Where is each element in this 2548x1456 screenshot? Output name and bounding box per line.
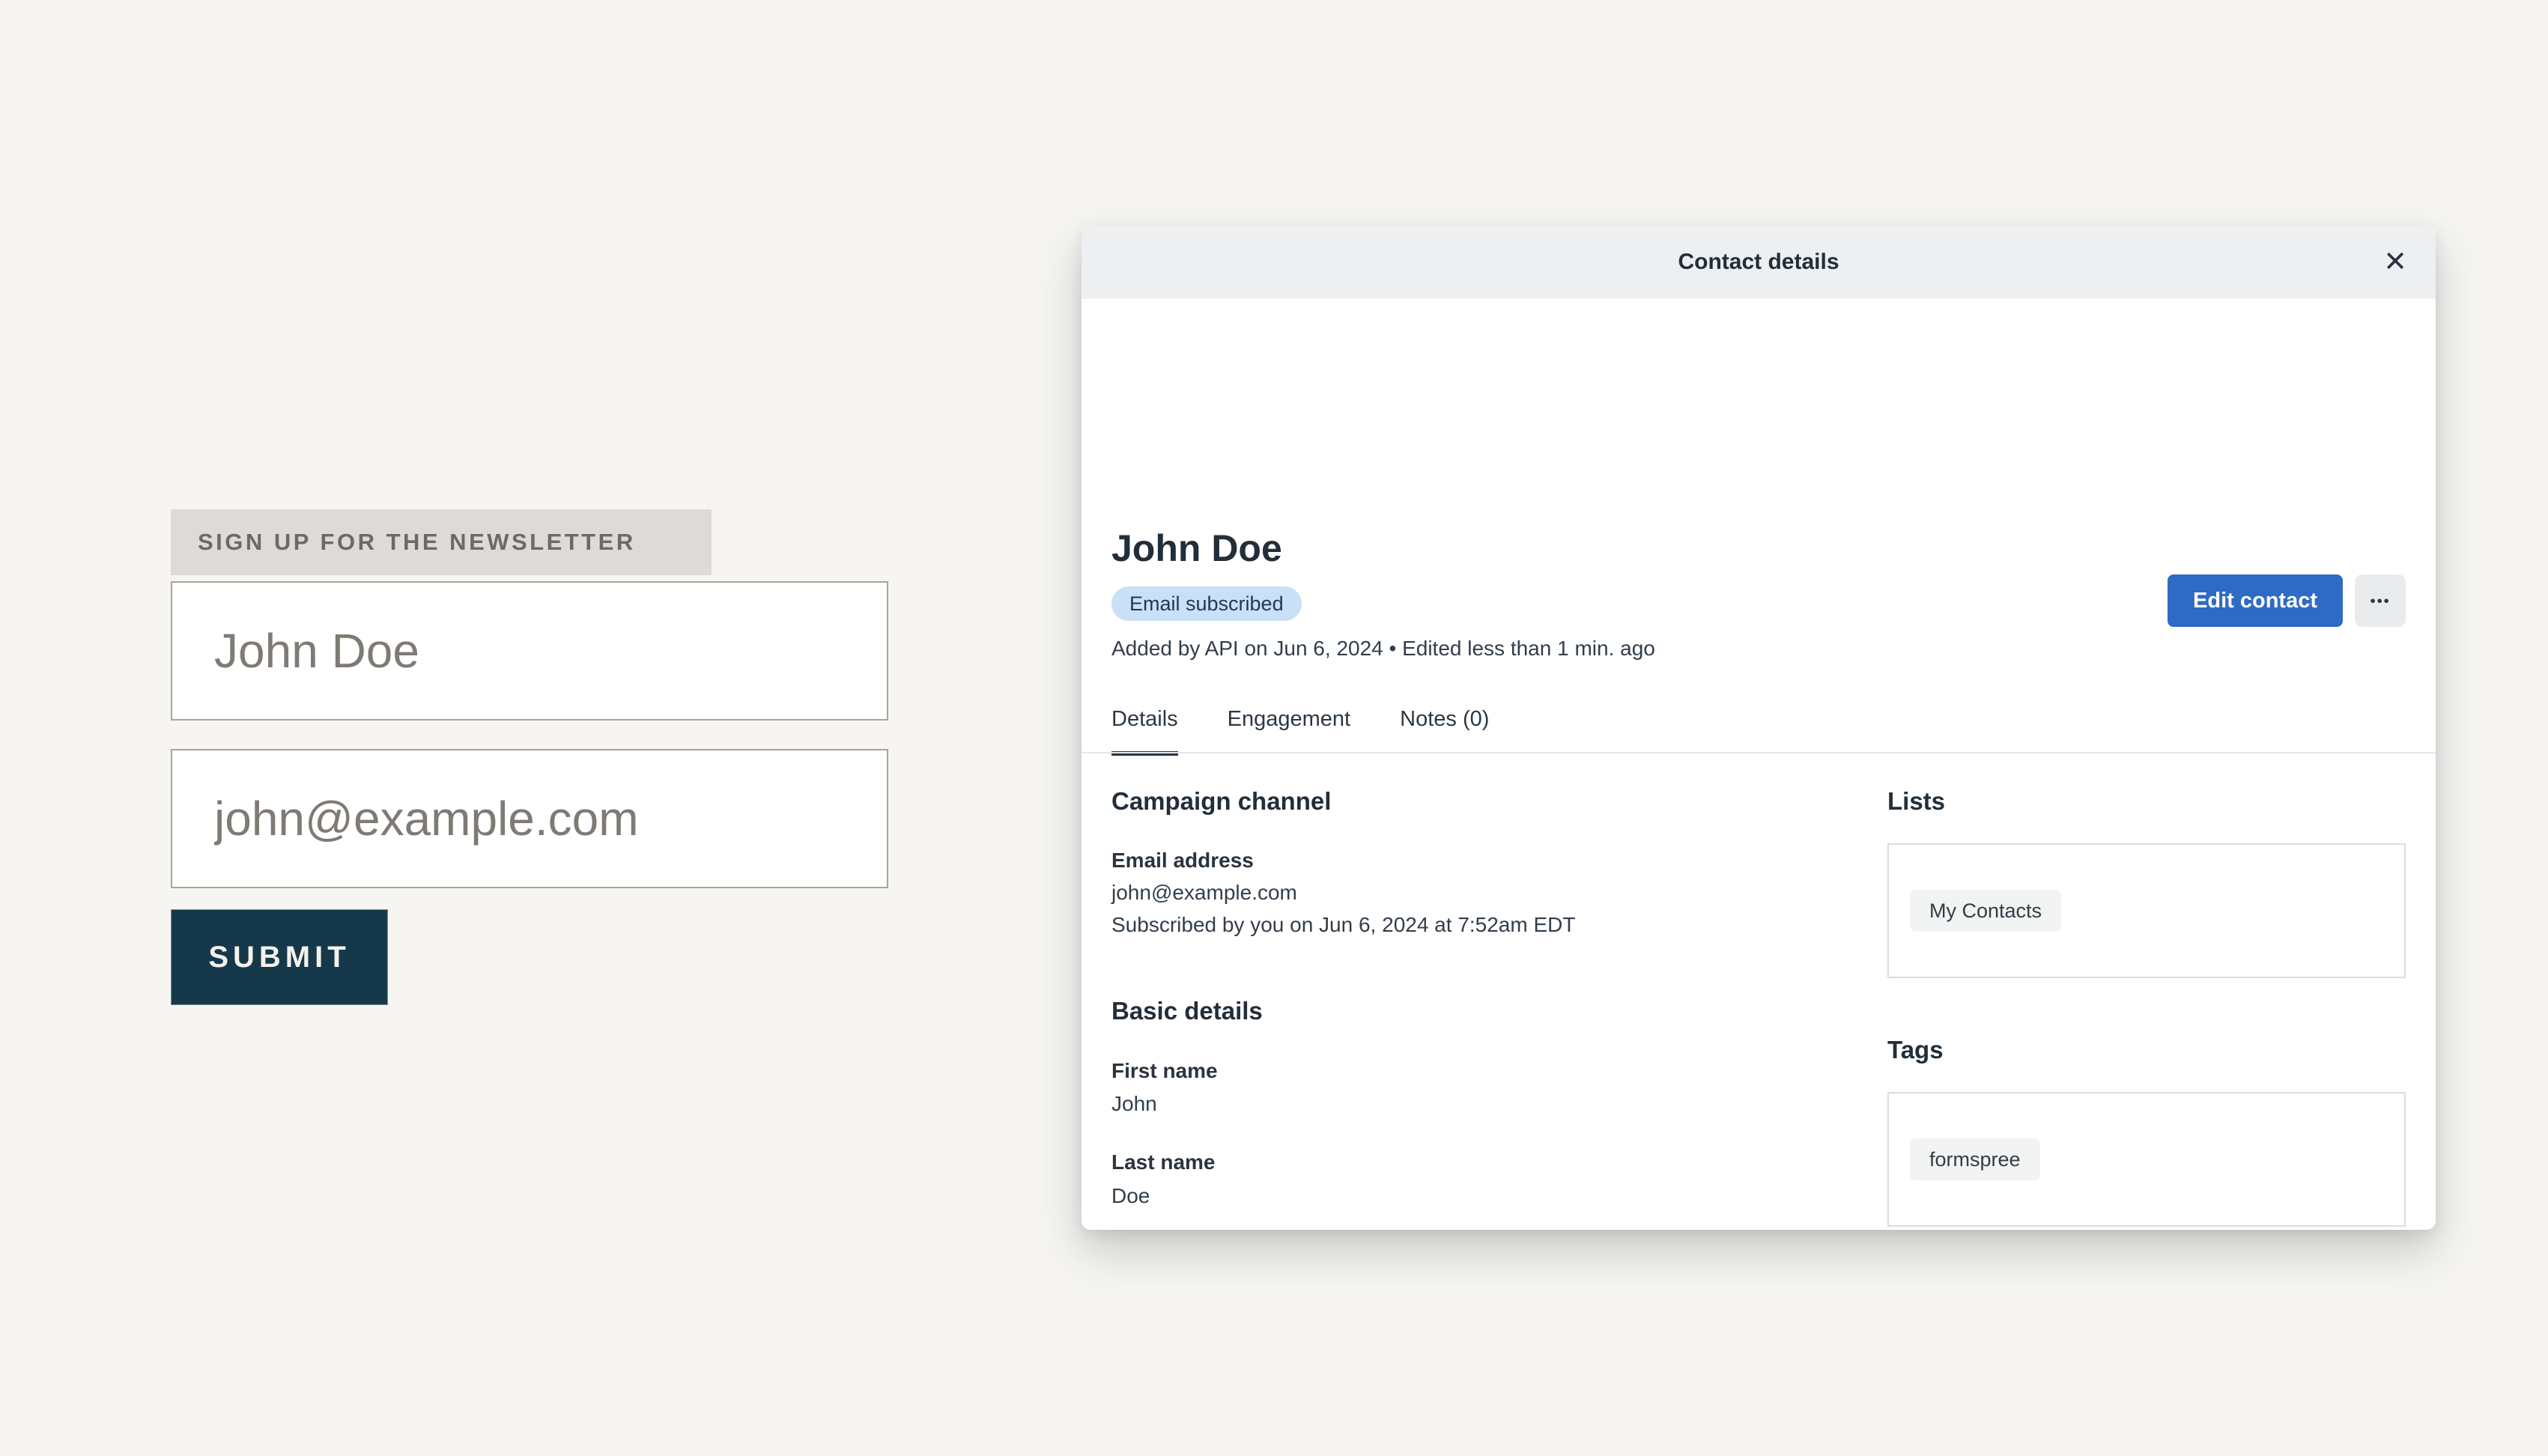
- list-chip[interactable]: My Contacts: [1910, 890, 2061, 932]
- tag-chip[interactable]: formspree: [1910, 1138, 2040, 1180]
- contact-details-modal: Contact details ✕ John Doe Email subscri…: [1082, 225, 2436, 1230]
- newsletter-heading: SIGN UP FOR THE NEWSLETTER: [171, 509, 712, 575]
- tab-notes[interactable]: Notes (0): [1400, 707, 1489, 756]
- submit-button[interactable]: SUBMIT: [171, 909, 388, 1005]
- tab-bar: Details Engagement Notes (0): [1111, 707, 1489, 756]
- lists-tags-column: Lists My Contacts Tags formspree: [1887, 787, 2406, 1349]
- last-name-value: Doe: [1111, 1184, 1150, 1208]
- email-address-label: Email address: [1111, 849, 1254, 873]
- basic-details-heading: Basic details: [1111, 997, 1263, 1025]
- name-input[interactable]: [171, 581, 888, 721]
- last-name-label: Last name: [1111, 1150, 1216, 1174]
- modal-header: Contact details ✕: [1082, 225, 2436, 299]
- campaign-channel-heading: Campaign channel: [1111, 787, 1331, 816]
- first-name-value: John: [1111, 1092, 1157, 1116]
- email-input[interactable]: [171, 749, 888, 888]
- close-icon[interactable]: ✕: [2377, 244, 2413, 280]
- tags-heading: Tags: [1887, 1036, 1944, 1064]
- tags-panel: formspree: [1887, 1092, 2406, 1227]
- first-name-label: First name: [1111, 1059, 1218, 1083]
- lists-heading: Lists: [1887, 787, 1945, 816]
- details-column: Campaign channel Email address john@exam…: [1111, 787, 1830, 1207]
- contact-meta: Added by API on Jun 6, 2024 • Edited les…: [1111, 637, 1655, 661]
- lists-panel: My Contacts: [1887, 843, 2406, 978]
- subscribed-info: Subscribed by you on Jun 6, 2024 at 7:52…: [1111, 913, 1576, 937]
- ellipsis-icon: ●●●: [2370, 595, 2390, 606]
- contact-name: John Doe: [1111, 530, 1282, 567]
- tab-details[interactable]: Details: [1111, 707, 1178, 756]
- tab-engagement[interactable]: Engagement: [1228, 707, 1350, 756]
- edit-contact-button[interactable]: Edit contact: [2168, 574, 2343, 627]
- tabs-divider: [1082, 752, 2436, 753]
- modal-title: Contact details: [1678, 249, 1839, 275]
- email-address-value: john@example.com: [1111, 881, 1297, 905]
- status-badge: Email subscribed: [1111, 586, 1302, 621]
- more-options-button[interactable]: ●●●: [2355, 574, 2406, 627]
